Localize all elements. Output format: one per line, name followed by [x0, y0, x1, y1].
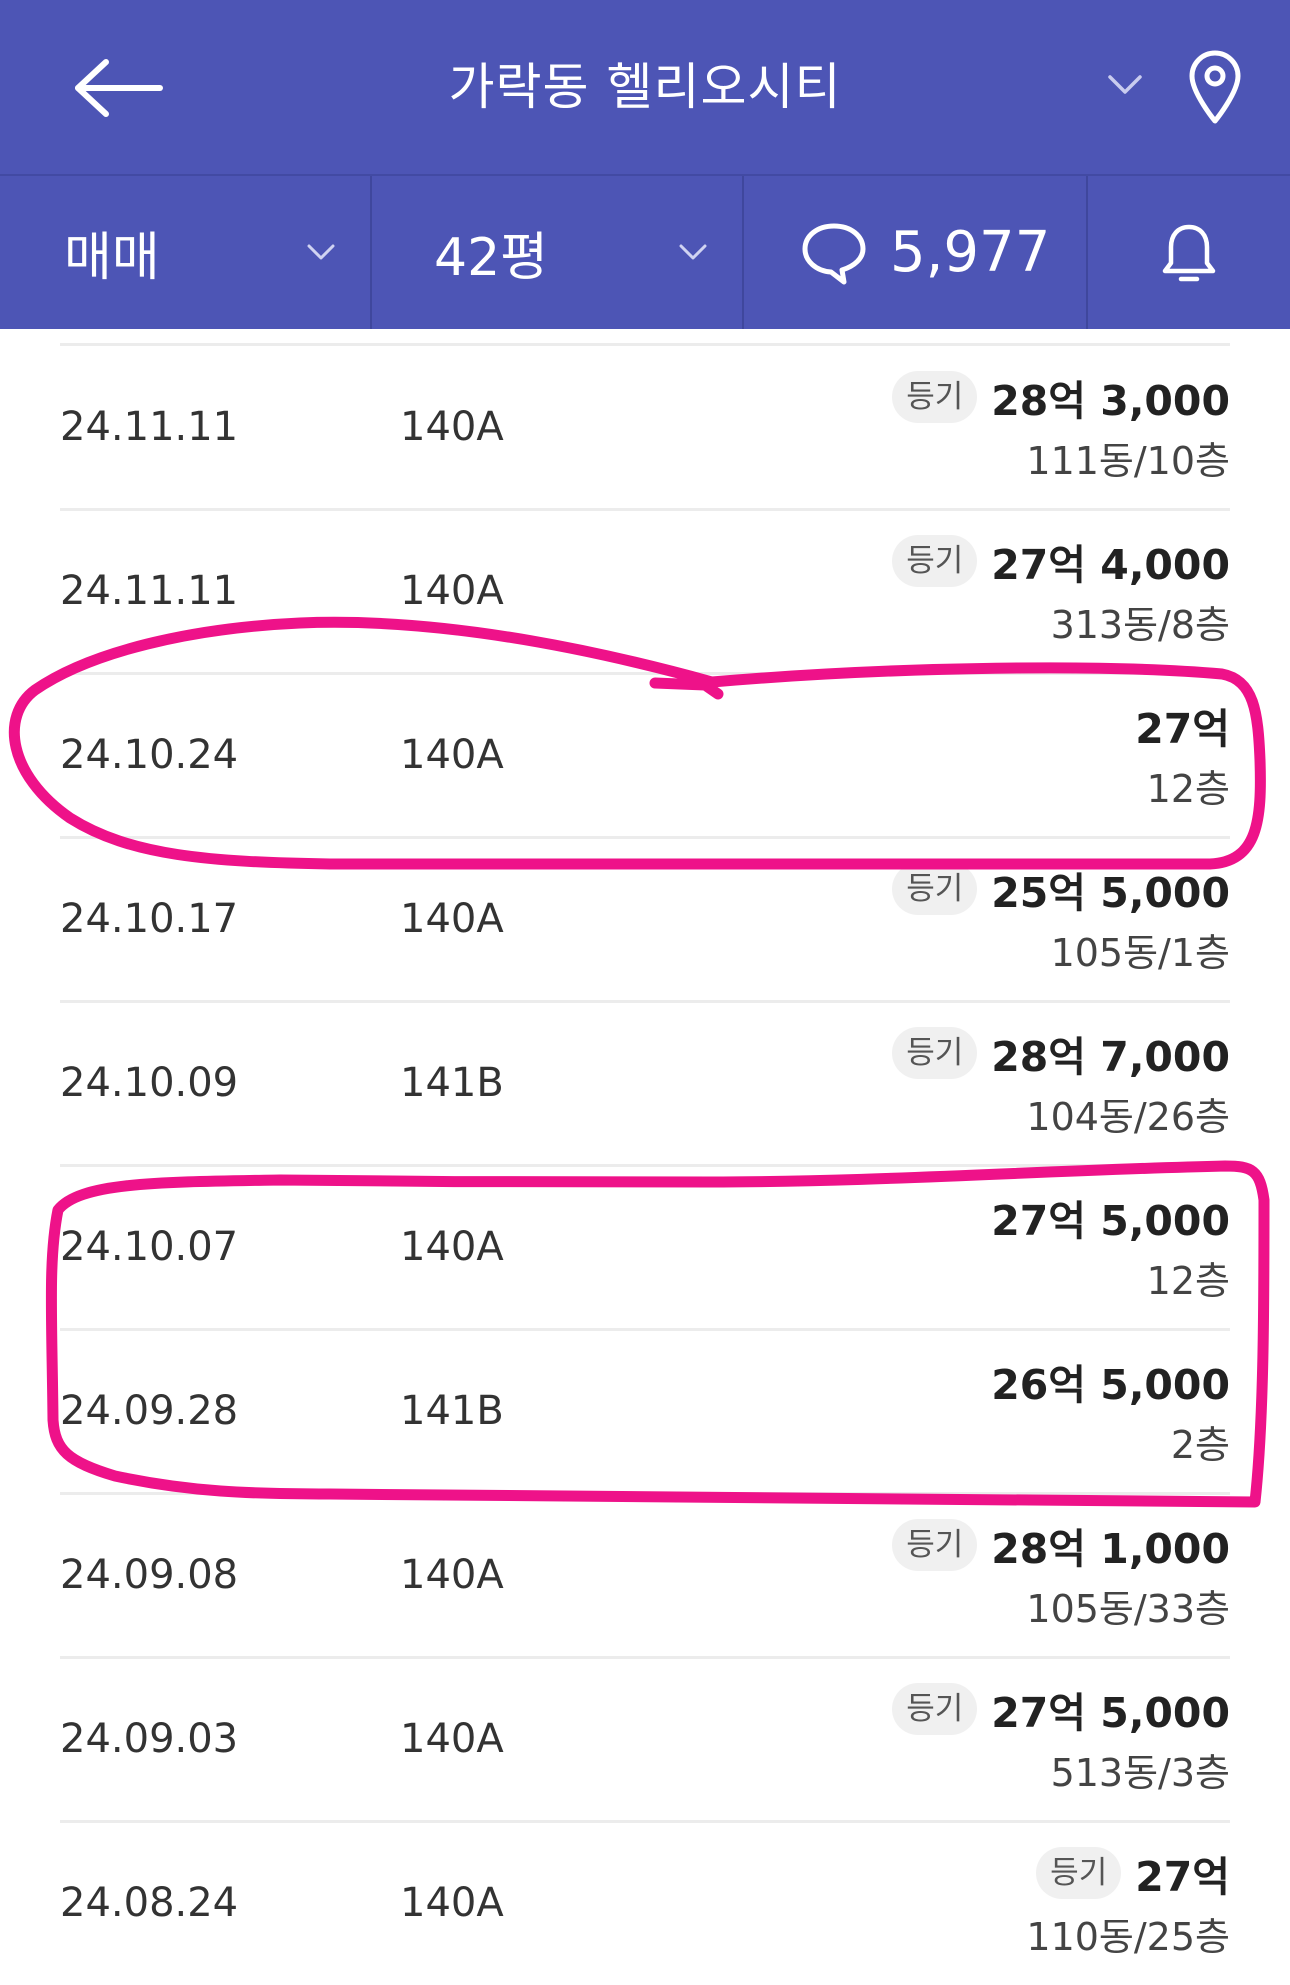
- transaction-date: 24.10.07: [60, 1224, 239, 1270]
- price-line: 등기 28억 1,000: [892, 1509, 1230, 1581]
- transaction-price: 28억 7,000: [991, 1033, 1230, 1081]
- registered-badge: 등기: [892, 1027, 978, 1079]
- transaction-date: 24.08.24: [60, 1880, 239, 1926]
- transaction-date: 24.11.11: [60, 568, 239, 614]
- comments-button[interactable]: 5,977: [744, 176, 1086, 329]
- transaction-row[interactable]: 24.09.28 141B 26억 5,000 2층: [60, 1329, 1230, 1493]
- page-title[interactable]: 가락동 헬리오시티: [340, 45, 950, 129]
- transaction-unit-type: 141B: [400, 1388, 504, 1434]
- chevron-down-icon: [307, 244, 335, 259]
- transaction-date: 24.10.09: [60, 1060, 239, 1106]
- transaction-floor: 513동/3층: [1050, 1751, 1230, 1795]
- deal-type-filter[interactable]: 매매: [0, 176, 370, 329]
- filter-bar: 매매 42평 5,977: [0, 174, 1290, 329]
- transaction-unit-type: 140A: [400, 1224, 504, 1270]
- price-line: 등기 27억: [1036, 1837, 1230, 1909]
- transaction-date: 24.10.17: [60, 896, 239, 942]
- transaction-price: 27억: [1135, 1853, 1230, 1901]
- transaction-unit-type: 140A: [400, 568, 504, 614]
- transaction-date: 24.09.28: [60, 1388, 239, 1434]
- transaction-floor: 105동/33층: [1026, 1587, 1230, 1631]
- transaction-row[interactable]: 24.09.08 140A 등기 28억 1,000 105동/33층: [60, 1493, 1230, 1657]
- transaction-floor: 313동/8층: [1050, 603, 1230, 647]
- registered-badge: 등기: [892, 863, 978, 915]
- transaction-price: 27억 5,000: [991, 1689, 1230, 1737]
- transaction-price: 27억 4,000: [991, 541, 1230, 589]
- back-button[interactable]: [70, 48, 180, 128]
- transaction-row[interactable]: 24.11.11 140A 등기 28억 3,000 111동/10층: [60, 345, 1230, 509]
- transaction-date: 24.11.11: [60, 404, 239, 450]
- deal-type-label: 매매: [64, 228, 160, 288]
- transaction-floor: 12층: [1146, 1259, 1230, 1303]
- transaction-row[interactable]: 24.09.03 140A 등기 27억 5,000 513동/3층: [60, 1657, 1230, 1821]
- app-header: 가락동 헬리오시티: [0, 0, 1290, 174]
- transaction-unit-type: 140A: [400, 1716, 504, 1762]
- transaction-row[interactable]: 24.11.11 140A 등기 27억 4,000 313동/8층: [60, 509, 1230, 673]
- transaction-unit-type: 140A: [400, 732, 504, 778]
- transaction-floor: 2층: [1170, 1423, 1230, 1467]
- transaction-floor: 104동/26층: [1026, 1095, 1230, 1139]
- transaction-price: 27억 5,000: [991, 1197, 1230, 1245]
- transaction-unit-type: 141B: [400, 1060, 504, 1106]
- transaction-unit-type: 140A: [400, 1552, 504, 1598]
- transaction-date: 24.09.03: [60, 1716, 239, 1762]
- transaction-row[interactable]: 24.10.07 140A 27억 5,000 12층: [60, 1165, 1230, 1329]
- transaction-unit-type: 140A: [400, 404, 504, 450]
- alert-button[interactable]: [1088, 176, 1290, 329]
- transaction-date: 24.09.08: [60, 1552, 239, 1598]
- transaction-price: 28억 1,000: [991, 1525, 1230, 1573]
- bell-icon: [1162, 224, 1216, 281]
- transaction-price: 27억: [1135, 705, 1230, 753]
- transaction-row[interactable]: 24.10.09 141B 등기 28억 7,000 104동/26층: [60, 1001, 1230, 1165]
- transaction-row[interactable]: 24.10.24 140A 27억 12층: [60, 673, 1230, 837]
- price-line: 등기 27억 4,000: [892, 525, 1230, 597]
- registered-badge: 등기: [1036, 1847, 1122, 1899]
- transaction-floor: 105동/1층: [1050, 931, 1230, 975]
- speech-bubble-icon: [802, 223, 866, 284]
- transaction-unit-type: 140A: [400, 1880, 504, 1926]
- transaction-floor: 111동/10층: [1026, 439, 1230, 483]
- price-line: 등기 28억 3,000: [892, 361, 1230, 433]
- price-line: 27억 5,000: [991, 1181, 1230, 1253]
- location-button[interactable]: [1180, 44, 1250, 130]
- arrow-left-icon: [75, 59, 163, 117]
- transaction-price: 28억 3,000: [991, 377, 1230, 425]
- area-filter[interactable]: 42평: [372, 176, 742, 329]
- area-label: 42평: [434, 228, 549, 288]
- registered-badge: 등기: [892, 1519, 978, 1571]
- price-line: 27억: [1135, 689, 1230, 761]
- registered-badge: 등기: [892, 371, 978, 423]
- title-dropdown-button[interactable]: [1100, 60, 1150, 110]
- transaction-date: 24.10.24: [60, 732, 239, 778]
- comments-count: 5,977: [890, 220, 1051, 285]
- transaction-floor: 110동/25층: [1026, 1915, 1230, 1959]
- price-line: 26억 5,000: [991, 1345, 1230, 1417]
- registered-badge: 등기: [892, 535, 978, 587]
- chevron-down-icon: [1108, 75, 1142, 94]
- transaction-price: 25억 5,000: [991, 869, 1230, 917]
- price-line: 등기 27억 5,000: [892, 1673, 1230, 1745]
- transaction-row[interactable]: 24.08.24 140A 등기 27억 110동/25층: [60, 1821, 1230, 1985]
- price-line: 등기 28억 7,000: [892, 1017, 1230, 1089]
- transaction-row[interactable]: 24.10.17 140A 등기 25억 5,000 105동/1층: [60, 837, 1230, 1001]
- price-line: 등기 25억 5,000: [892, 853, 1230, 925]
- transaction-floor: 12층: [1146, 767, 1230, 811]
- transaction-price: 26억 5,000: [991, 1361, 1230, 1409]
- chevron-down-icon: [679, 244, 707, 259]
- transaction-unit-type: 140A: [400, 896, 504, 942]
- map-pin-icon: [1189, 50, 1241, 124]
- registered-badge: 등기: [892, 1683, 978, 1735]
